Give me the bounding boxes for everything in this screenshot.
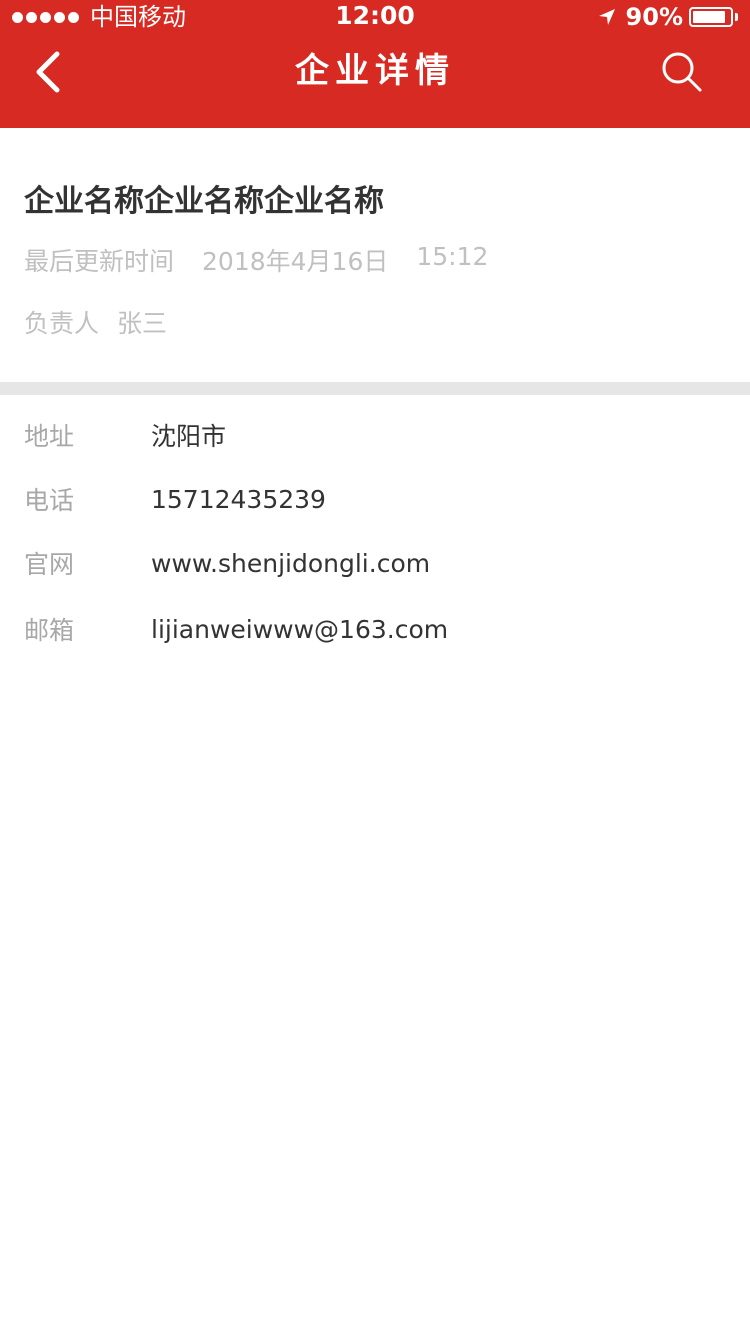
info-row-email[interactable]: 邮箱 lijianweiwww@163.com [0,599,750,659]
battery-tip [735,13,738,21]
company-name: 企业名称企业名称企业名称 [24,184,384,219]
battery-fill [693,11,726,23]
last-updated-time: 15:12 [416,242,489,271]
last-updated-label: 最后更新时间 [24,247,175,276]
page-title: 企业详情 [295,51,455,91]
owner-name: 张三 [117,309,168,338]
info-row-address: 地址 沈阳市 [0,405,750,465]
battery-icon [689,7,733,27]
website-value[interactable]: www.shenjidongli.com [151,549,430,578]
company-summary: 企业名称企业名称企业名称 最后更新时间 2018年4月16日 15:12 负责人… [0,128,750,382]
last-updated-date: 2018年4月16日 [202,247,389,276]
status-bar: 中国移动 12:00 90% [0,0,750,34]
email-value[interactable]: lijianweiwww@163.com [151,615,448,644]
owner-label: 负责人 [24,309,100,338]
battery-percent: 90% [625,3,683,31]
info-label: 官网 [24,550,75,579]
location-arrow-icon [598,9,615,25]
app-header: 中国移动 12:00 90% 企业详情 [0,0,750,128]
section-divider [0,382,750,395]
info-label: 电话 [24,486,75,515]
info-label: 地址 [24,422,75,451]
owner-row: 负责人 张三 [24,304,167,340]
address-value: 沈阳市 [151,422,227,451]
last-updated-row: 最后更新时间 2018年4月16日 15:12 [24,242,488,278]
search-button[interactable] [658,48,706,96]
search-icon [662,52,702,92]
phone-value[interactable]: 15712435239 [151,485,326,514]
info-row-phone[interactable]: 电话 15712435239 [0,469,750,529]
nav-bar: 企业详情 [0,34,750,128]
info-row-website[interactable]: 官网 www.shenjidongli.com [0,533,750,593]
info-label: 邮箱 [24,616,75,645]
status-bar-right: 90% [598,2,738,32]
